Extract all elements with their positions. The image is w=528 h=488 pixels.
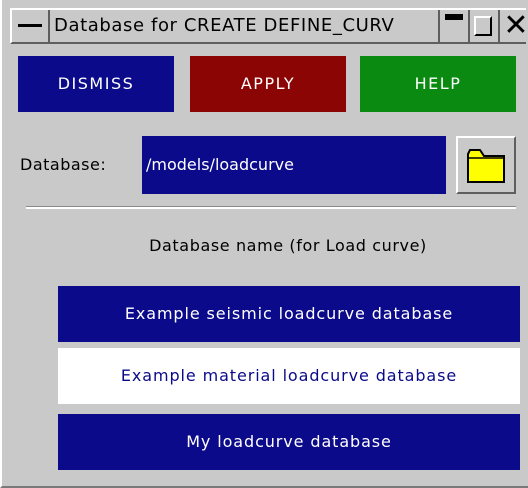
dismiss-button[interactable]: DISMISS xyxy=(18,56,174,112)
window-menu-button[interactable] xyxy=(12,10,50,42)
dialog-window: Database for CREATE DEFINE_CURV ✕ DISMIS… xyxy=(0,0,528,488)
title-bar[interactable]: Database for CREATE DEFINE_CURV ✕ xyxy=(10,8,528,44)
database-list-title: Database name (for Load curve) xyxy=(149,236,427,255)
list-item[interactable]: Example material loadcurve database xyxy=(58,348,520,404)
minimize-button[interactable] xyxy=(438,10,468,42)
browse-folder-button[interactable] xyxy=(456,136,516,194)
close-icon: ✕ xyxy=(503,8,528,43)
close-button[interactable]: ✕ xyxy=(498,10,528,42)
folder-icon xyxy=(467,149,505,183)
database-path-field[interactable]: /models/loadcurve xyxy=(142,136,446,194)
minimize-icon xyxy=(445,14,463,20)
list-item[interactable]: My loadcurve database xyxy=(58,414,520,470)
database-label: Database: xyxy=(20,155,107,174)
separator xyxy=(26,206,516,209)
apply-button[interactable]: APPLY xyxy=(190,56,346,112)
list-item[interactable]: Example seismic loadcurve database xyxy=(58,286,520,342)
maximize-button[interactable] xyxy=(468,10,498,42)
window-menu-icon xyxy=(18,24,42,27)
help-button[interactable]: HELP xyxy=(360,56,516,112)
maximize-icon xyxy=(474,16,492,36)
window-title: Database for CREATE DEFINE_CURV xyxy=(54,15,395,36)
